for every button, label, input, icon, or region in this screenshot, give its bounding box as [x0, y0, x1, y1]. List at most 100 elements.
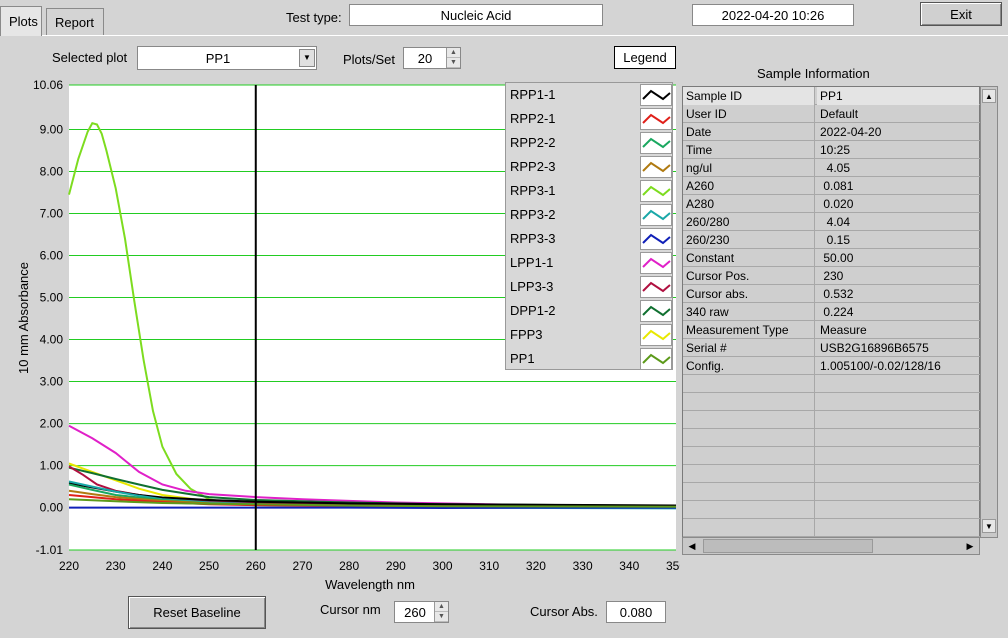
table-cell-key — [683, 393, 815, 411]
table-row[interactable]: Constant 50.00 — [683, 249, 981, 267]
chevron-down-icon[interactable]: ▼ — [299, 49, 315, 67]
table-cell-key — [683, 429, 815, 447]
table-row[interactable]: A260 0.081 — [683, 177, 981, 195]
y-tick-label: -1.01 — [36, 543, 64, 557]
test-type-label: Test type: — [286, 10, 342, 25]
table-cell-value — [817, 519, 979, 537]
plots-per-set-stepper[interactable]: 20 ▲ ▼ — [403, 47, 461, 69]
tab-report[interactable]: Report — [46, 8, 104, 36]
table-row[interactable]: Serial # USB2G16896B6575 — [683, 339, 981, 357]
x-axis-label: Wavelength nm — [325, 577, 415, 592]
table-row[interactable] — [683, 375, 981, 393]
table-row[interactable] — [683, 447, 981, 465]
x-tick-label: 300 — [433, 559, 453, 573]
table-cell-value: Default — [820, 107, 859, 121]
scroll-left-icon[interactable]: ◀ — [685, 539, 699, 553]
table-row[interactable]: Measurement Type Measure — [683, 321, 981, 339]
table-cell-key: Serial # — [683, 339, 815, 357]
vertical-scrollbar[interactable]: ▲ ▼ — [980, 86, 998, 538]
legend-item-label: RPP3-1 — [510, 183, 556, 198]
legend-swatch-line — [642, 161, 671, 173]
horizontal-scrollbar[interactable]: ◀ ▶ — [682, 537, 980, 555]
table-row[interactable]: Config. 1.005100/-0.02/128/16 — [683, 357, 981, 375]
cursor-nm-spinner[interactable]: ▲ ▼ — [434, 602, 448, 622]
legend-item-label: RPP2-3 — [510, 159, 556, 174]
legend-swatch — [640, 84, 672, 106]
table-cell-value: 0.081 — [820, 179, 854, 193]
spin-up-icon[interactable]: ▲ — [435, 602, 448, 612]
table-row[interactable] — [683, 429, 981, 447]
legend-item: RPP1-1 — [506, 83, 674, 107]
scroll-thumb[interactable] — [703, 539, 873, 553]
plots-per-set-spinner[interactable]: ▲ ▼ — [446, 48, 460, 68]
legend-swatch-line — [642, 353, 671, 365]
table-cell-value: 0.224 — [820, 305, 854, 319]
table-row[interactable]: Sample ID PP1 — [683, 87, 981, 105]
legend-item: FPP3 — [506, 323, 674, 347]
table-row[interactable]: Cursor Pos. 230 — [683, 267, 981, 285]
legend-swatch — [640, 348, 672, 370]
legend-item-label: FPP3 — [510, 327, 543, 342]
reset-baseline-button[interactable]: Reset Baseline — [128, 596, 266, 629]
y-axis-label: 10 mm Absorbance — [16, 262, 31, 374]
table-row[interactable]: 340 raw 0.224 — [683, 303, 981, 321]
table-row[interactable]: 260/280 4.04 — [683, 213, 981, 231]
legend-panel: RPP1-1 RPP2-1 RPP2-2 RPP2-3 RPP3-1 RPP3-2 RPP3… — [505, 82, 673, 370]
legend-item-label: RPP2-1 — [510, 111, 556, 126]
sample-info-table[interactable]: Sample ID PP1 User ID Default Date 2022-04-20… — [682, 86, 981, 538]
legend-swatch — [640, 300, 672, 322]
table-row[interactable]: User ID Default — [683, 105, 981, 123]
table-cell-key — [683, 465, 815, 483]
table-cell-key: Cursor abs. — [683, 285, 815, 303]
table-row[interactable]: ng/ul 4.05 — [683, 159, 981, 177]
table-row[interactable]: 260/230 0.15 — [683, 231, 981, 249]
cursor-abs-field: 0.080 — [606, 601, 666, 623]
table-row[interactable]: Date 2022-04-20 — [683, 123, 981, 141]
legend-swatch — [640, 276, 672, 298]
table-row[interactable]: Cursor abs. 0.532 — [683, 285, 981, 303]
table-row[interactable] — [683, 501, 981, 519]
table-cell-key: Cursor Pos. — [683, 267, 815, 285]
legend-button[interactable]: Legend — [614, 46, 676, 69]
legend-item: DPP1-2 — [506, 299, 674, 323]
legend-swatch — [640, 180, 672, 202]
table-cell-value — [817, 411, 979, 429]
y-tick-labels: 10.06 9.00 8.00 7.00 6.00 5.00 4.00 3.00 2.00 1.0… — [33, 78, 63, 557]
legend-item: RPP2-3 — [506, 155, 674, 179]
selected-plot-select[interactable]: PP1 ▼ — [137, 46, 317, 70]
legend-swatch — [640, 228, 672, 250]
spin-down-icon[interactable]: ▼ — [447, 58, 460, 68]
x-tick-label: 270 — [292, 559, 312, 573]
table-cell-key: 340 raw — [683, 303, 815, 321]
table-cell-value: 10:25 — [820, 143, 851, 157]
table-row[interactable]: Time 10:25 — [683, 141, 981, 159]
scroll-up-icon[interactable]: ▲ — [982, 89, 996, 103]
table-row[interactable] — [683, 465, 981, 483]
table-cell-key: User ID — [683, 105, 815, 123]
table-cell-key: 260/280 — [683, 213, 815, 231]
spin-up-icon[interactable]: ▲ — [447, 48, 460, 58]
tab-plots[interactable]: Plots — [0, 6, 42, 36]
legend-swatch-line — [642, 185, 671, 197]
scroll-down-icon[interactable]: ▼ — [982, 519, 996, 533]
legend-swatch-line — [642, 233, 671, 245]
exit-button[interactable]: Exit — [920, 2, 1002, 26]
scroll-right-icon[interactable]: ▶ — [963, 539, 977, 553]
tab-divider — [0, 35, 1008, 36]
table-row[interactable]: A280 0.020 — [683, 195, 981, 213]
cursor-nm-stepper[interactable]: 260 ▲ ▼ — [394, 601, 449, 623]
table-row[interactable] — [683, 393, 981, 411]
legend-item-label: LPP1-1 — [510, 255, 554, 270]
table-row[interactable] — [683, 483, 981, 501]
legend-item: RPP3-2 — [506, 203, 674, 227]
table-cell-value — [817, 429, 979, 447]
x-tick-label: 350 — [666, 559, 680, 573]
spin-down-icon[interactable]: ▼ — [435, 612, 448, 622]
x-tick-label: 290 — [386, 559, 406, 573]
table-cell-key: 260/230 — [683, 231, 815, 249]
table-cell-value — [817, 375, 979, 393]
table-cell-value: PP1 — [817, 87, 979, 105]
table-row[interactable] — [683, 411, 981, 429]
table-row[interactable] — [683, 519, 981, 537]
test-type-field[interactable]: Nucleic Acid — [349, 4, 603, 26]
